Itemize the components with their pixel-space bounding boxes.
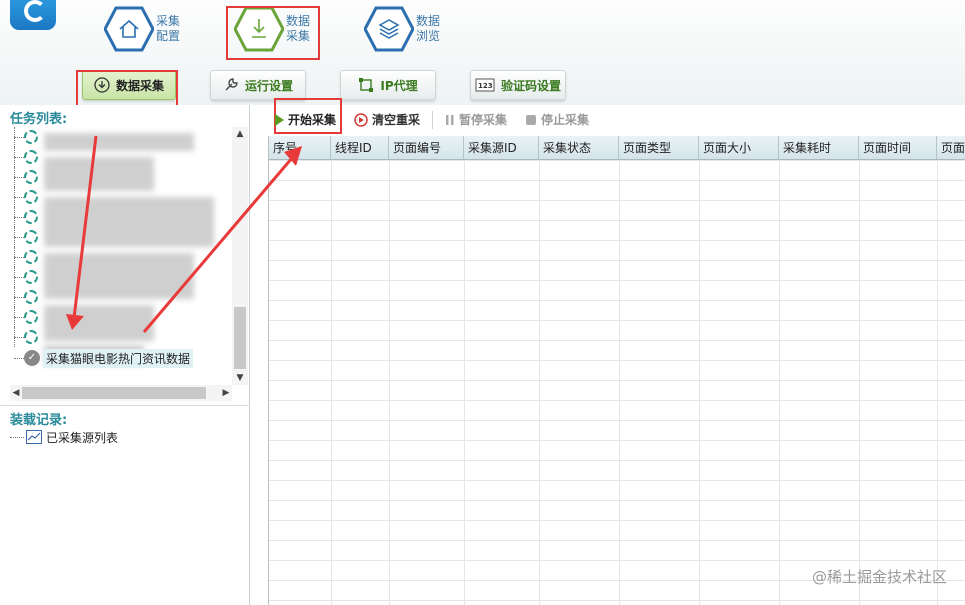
record-item-label: 已采集源列表: [46, 430, 119, 445]
button-label: 停止采集: [541, 113, 590, 127]
column-header[interactable]: 序号: [269, 136, 331, 159]
subtab-ip-proxy[interactable]: IP代理: [340, 70, 436, 100]
tree-vertical-scrollbar[interactable]: ▲ ▼: [232, 127, 248, 385]
grid-header: 序号 线程ID 页面编号 采集源ID 采集状态 页面类型 页面大小 采集耗时 页…: [269, 136, 965, 160]
chart-list-icon: [26, 430, 42, 444]
stop-collect-button[interactable]: 停止采集: [519, 109, 595, 131]
column-header[interactable]: 线程ID: [331, 136, 389, 159]
task-circle-icon: [24, 290, 38, 304]
nav-label-line2: 配置: [156, 29, 181, 43]
svg-text:123: 123: [478, 82, 493, 90]
subtab-captcha-settings[interactable]: 123 验证码设置: [470, 70, 566, 100]
app-logo-icon: [10, 0, 56, 30]
collect-data-grid[interactable]: 序号 线程ID 页面编号 采集源ID 采集状态 页面类型 页面大小 采集耗时 页…: [268, 136, 965, 605]
scroll-down-icon[interactable]: ▼: [232, 371, 248, 385]
grid-column-lines: [269, 160, 965, 605]
button-label: 清空重采: [372, 113, 421, 127]
record-title: 装载记录:: [10, 413, 68, 428]
button-label: 暂停采集: [459, 113, 508, 127]
nav-label-line2: 浏览: [416, 29, 441, 43]
wrench-icon: [225, 78, 238, 91]
task-circle-icon: [24, 170, 38, 184]
start-collect-button[interactable]: 开始采集: [268, 109, 342, 131]
column-header[interactable]: 采集状态: [539, 136, 619, 159]
nav-label-line1: 数据: [416, 14, 441, 28]
check-circle-icon: ✓: [24, 350, 40, 366]
subtab-label: 验证码设置: [500, 78, 561, 93]
task-circle-icon: [24, 130, 38, 144]
subtab-run-settings[interactable]: 运行设置: [210, 70, 306, 100]
subtab-label: 运行设置: [244, 78, 293, 93]
scroll-left-icon[interactable]: ◀: [10, 385, 22, 401]
pause-icon: [446, 114, 454, 125]
task-circle-icon: [24, 310, 38, 324]
task-circle-icon: [24, 330, 38, 344]
layers-icon: [363, 6, 415, 52]
watermark: @稀土掘金技术社区: [811, 568, 947, 586]
panel-divider: [0, 405, 250, 406]
highlight-box: [226, 6, 320, 60]
highlight-box: [76, 70, 178, 108]
scroll-thumb[interactable]: [234, 307, 246, 369]
redacted-label: [44, 157, 154, 191]
redacted-label: [44, 305, 154, 341]
selected-task-label: 采集猫眼电影热门资讯数据: [43, 349, 194, 368]
task-circle-icon: [24, 190, 38, 204]
column-header[interactable]: 页面时间: [859, 136, 937, 159]
home-icon: [103, 6, 155, 52]
tree-horizontal-scrollbar[interactable]: ◀ ▶: [10, 385, 232, 401]
column-header[interactable]: 页面: [937, 136, 965, 159]
button-label: 开始采集: [288, 113, 337, 127]
record-play-icon: [354, 112, 368, 127]
square-nodes-icon: [359, 78, 374, 92]
play-icon: [275, 113, 284, 126]
nav-label-line1: 采集: [156, 14, 181, 28]
captcha-123-icon: 123: [475, 78, 495, 92]
left-panel: 任务列表: ✓ 采集猫眼电影热门资讯数据 ▲ ▼ ◀ ▶ 装载记录: 已采集源列…: [0, 105, 250, 605]
stop-icon: [526, 114, 537, 125]
tree-item-selected[interactable]: ✓ 采集猫眼电影热门资讯数据: [10, 348, 232, 368]
clear-recollect-button[interactable]: 清空重采: [348, 109, 426, 131]
collect-toolbar: 开始采集 清空重采 暂停采集 停止采集: [268, 107, 965, 132]
redacted-label: [44, 133, 194, 151]
redacted-label: [44, 197, 214, 247]
scroll-up-icon[interactable]: ▲: [232, 127, 248, 141]
task-circle-icon: [24, 150, 38, 164]
column-header[interactable]: 采集源ID: [464, 136, 539, 159]
scroll-thumb[interactable]: [22, 387, 206, 399]
task-circle-icon: [24, 250, 38, 264]
redacted-label: [44, 253, 194, 299]
nav-data-browse[interactable]: 数据 浏览: [363, 6, 441, 52]
task-circle-icon: [24, 270, 38, 284]
pause-collect-button[interactable]: 暂停采集: [439, 109, 513, 131]
record-item[interactable]: 已采集源列表: [10, 428, 118, 446]
column-header[interactable]: 页面编号: [389, 136, 464, 159]
column-header[interactable]: 页面大小: [699, 136, 779, 159]
column-header[interactable]: 页面类型: [619, 136, 699, 159]
task-list-title: 任务列表:: [10, 112, 68, 127]
nav-collect-config[interactable]: 采集 配置: [103, 6, 181, 52]
task-circle-icon: [24, 230, 38, 244]
subtab-label: IP代理: [380, 78, 418, 93]
task-circle-icon: [24, 210, 38, 224]
column-header[interactable]: 采集耗时: [779, 136, 859, 159]
scroll-right-icon[interactable]: ▶: [220, 385, 232, 401]
